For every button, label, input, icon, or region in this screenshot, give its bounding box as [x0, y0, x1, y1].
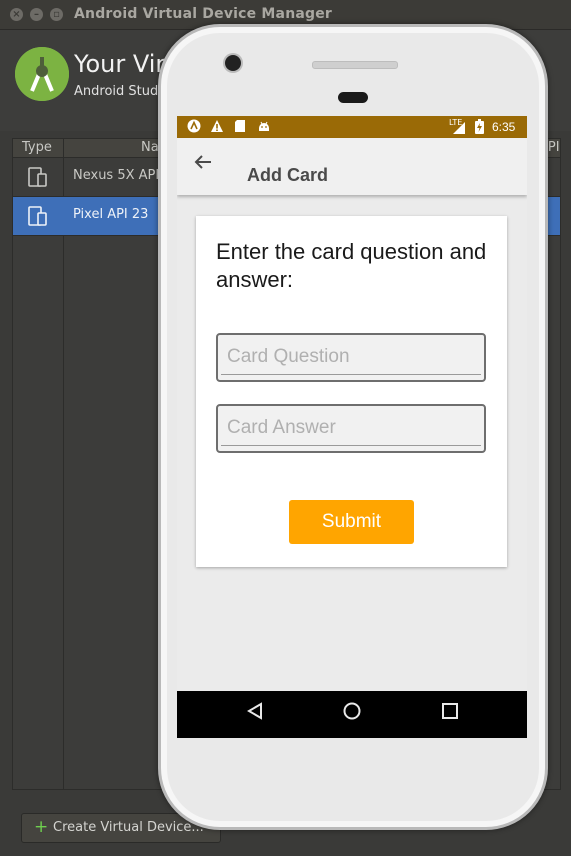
- home-icon[interactable]: [342, 701, 362, 726]
- window-title: Android Virtual Device Manager: [74, 6, 333, 22]
- card-answer-input[interactable]: [225, 416, 479, 440]
- android-studio-logo: [15, 47, 69, 101]
- back-icon[interactable]: [245, 701, 265, 726]
- card-question-field[interactable]: [216, 333, 486, 382]
- recents-icon[interactable]: [440, 701, 460, 726]
- android-a-icon: [187, 119, 201, 136]
- app-bar-title: Add Card: [247, 165, 328, 185]
- device-name: Nexus 5X API: [73, 168, 160, 183]
- speaker-grille: [312, 61, 398, 69]
- android-debug-icon: [257, 119, 271, 136]
- card-question-input[interactable]: [225, 345, 479, 369]
- back-arrow-icon[interactable]: [193, 152, 213, 178]
- phone-tablet-icon: [27, 166, 49, 188]
- plus-icon: +: [34, 817, 49, 837]
- field-underline: [221, 445, 481, 446]
- column-divider: [63, 139, 64, 789]
- status-bar: LTE 6:35: [177, 116, 527, 138]
- submit-button[interactable]: Submit: [289, 500, 414, 544]
- emulator-screen: LTE 6:35 Add Card Enter the card questio…: [177, 116, 527, 738]
- earpiece: [338, 92, 368, 103]
- form-prompt: Enter the card question and answer:: [216, 239, 487, 292]
- sd-card-icon: [234, 119, 246, 136]
- navigation-bar: [177, 691, 527, 738]
- signal-icon: [453, 122, 465, 137]
- warning-icon: [210, 119, 224, 136]
- front-camera: [225, 55, 241, 71]
- create-virtual-device-label: Create Virtual Device...: [53, 820, 204, 835]
- close-icon[interactable]: ×: [10, 8, 23, 21]
- minimize-icon[interactable]: –: [30, 8, 43, 21]
- battery-charging-icon: [475, 119, 484, 137]
- field-underline: [221, 374, 481, 375]
- add-card-form: Enter the card question and answer: Subm…: [196, 216, 507, 567]
- device-name: Pixel API 23: [73, 207, 149, 222]
- maximize-icon[interactable]: ▫: [50, 8, 63, 21]
- card-answer-field[interactable]: [216, 404, 486, 453]
- app-bar: Add Card: [177, 138, 527, 195]
- status-time: 6:35: [492, 120, 516, 134]
- page-subtitle: Android Studio: [74, 84, 170, 99]
- phone-tablet-icon: [27, 205, 49, 227]
- column-header-type[interactable]: Type: [22, 140, 52, 155]
